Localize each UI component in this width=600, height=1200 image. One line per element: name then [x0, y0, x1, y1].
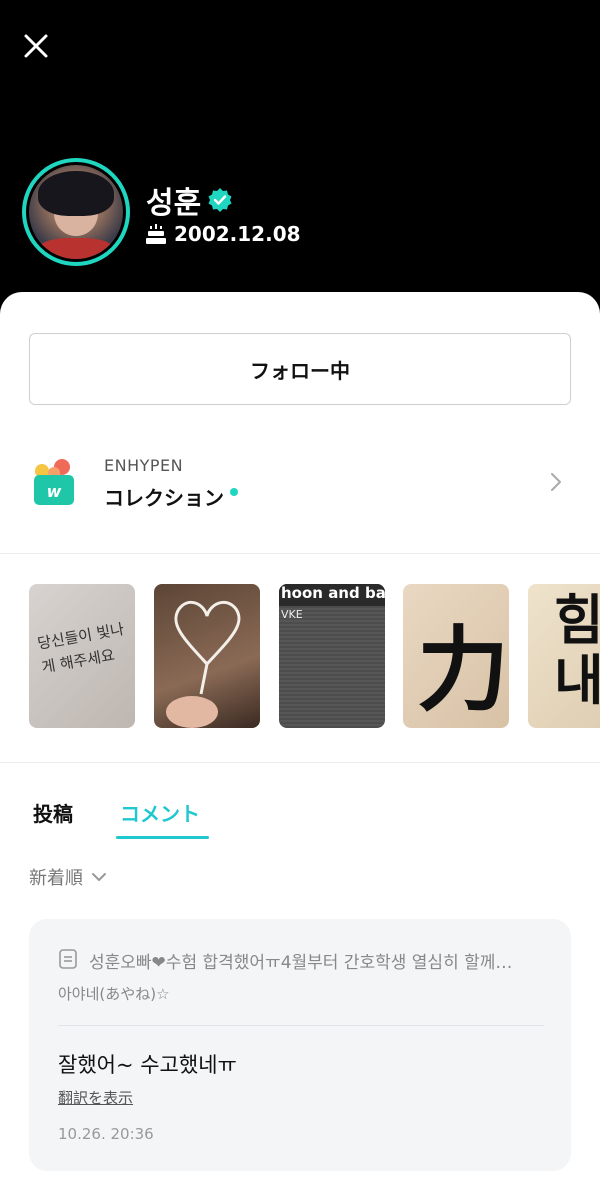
- tab-posts[interactable]: 投稿: [33, 798, 73, 827]
- following-button[interactable]: フォロー中: [29, 333, 571, 405]
- collection-icon: w: [34, 459, 74, 505]
- post-reference-icon: [59, 949, 77, 969]
- thumbnail-1-text: 당신들이 빛나게 해주세요: [36, 619, 126, 677]
- section-divider: [0, 762, 600, 763]
- thumbnail-5-text: 힘내: [554, 588, 600, 712]
- close-icon: [24, 34, 48, 58]
- collection-title-row: コレクション: [104, 482, 238, 511]
- media-thumbnails: 당신들이 빛나게 해주세요 hoon and bac VKE 力 힘내: [29, 584, 600, 728]
- thumbnail-2[interactable]: [154, 584, 260, 728]
- birthday-text: 2002.12.08: [174, 222, 301, 246]
- verified-badge-icon: [208, 188, 232, 212]
- referenced-post-text: 성훈오빠❤수험 합격했어ㅠ4월부터 간호학생 열심히 할께…: [89, 953, 513, 973]
- content-tabs: 投稿 コメント: [0, 792, 600, 842]
- collection-row[interactable]: w ENHYPEN コレクション: [0, 442, 600, 552]
- thumbnail-4[interactable]: 力: [403, 584, 509, 728]
- thumbnail-5[interactable]: 힘내: [528, 584, 600, 728]
- avatar-image: [29, 165, 123, 259]
- card-divider: [58, 1025, 544, 1026]
- collection-group: ENHYPEN: [104, 456, 184, 475]
- collection-title: コレクション: [104, 486, 224, 510]
- heart-string-image: [166, 600, 241, 728]
- chevron-right-icon: [551, 473, 561, 491]
- referenced-post-author: 아야네(あやね)☆: [58, 985, 170, 1003]
- thumbnail-3-subtext: VKE: [281, 608, 303, 621]
- birthday-row: 2002.12.08: [146, 222, 301, 246]
- cake-icon: [146, 224, 166, 244]
- comment-card[interactable]: 성훈오빠❤수험 합격했어ㅠ4월부터 간호학생 열심히 할께… 아야네(あやね)☆…: [29, 919, 571, 1171]
- sort-dropdown[interactable]: 新着順: [29, 864, 107, 890]
- thumbnail-1[interactable]: 당신들이 빛나게 해주세요: [29, 584, 135, 728]
- show-translation-link[interactable]: 翻訳を表示: [58, 1087, 133, 1108]
- thumbnail-3-text: hoon and bac: [279, 584, 385, 606]
- profile-name-row: 성훈: [146, 178, 233, 222]
- thumbnail-3[interactable]: hoon and bac VKE: [279, 584, 385, 728]
- profile-name: 성훈: [146, 186, 202, 221]
- avatar[interactable]: [22, 158, 130, 266]
- profile-sheet: フォロー中 w ENHYPEN コレクション 당신들이 빛나게 해주세요 hoo…: [0, 292, 600, 1200]
- comment-text: 잘했어~ 수고했네ㅠ: [58, 1053, 237, 1077]
- new-indicator-dot: [230, 487, 238, 496]
- comment-timestamp: 10.26. 20:36: [58, 1125, 154, 1143]
- thumbnail-4-text: 力: [417, 616, 509, 724]
- close-button[interactable]: [18, 28, 54, 64]
- section-divider: [0, 553, 600, 554]
- chevron-down-icon: [92, 873, 106, 881]
- svg-text:w: w: [47, 482, 62, 501]
- active-tab-indicator: [116, 836, 209, 839]
- tab-comments[interactable]: コメント: [120, 798, 200, 827]
- sort-label: 新着順: [29, 868, 83, 889]
